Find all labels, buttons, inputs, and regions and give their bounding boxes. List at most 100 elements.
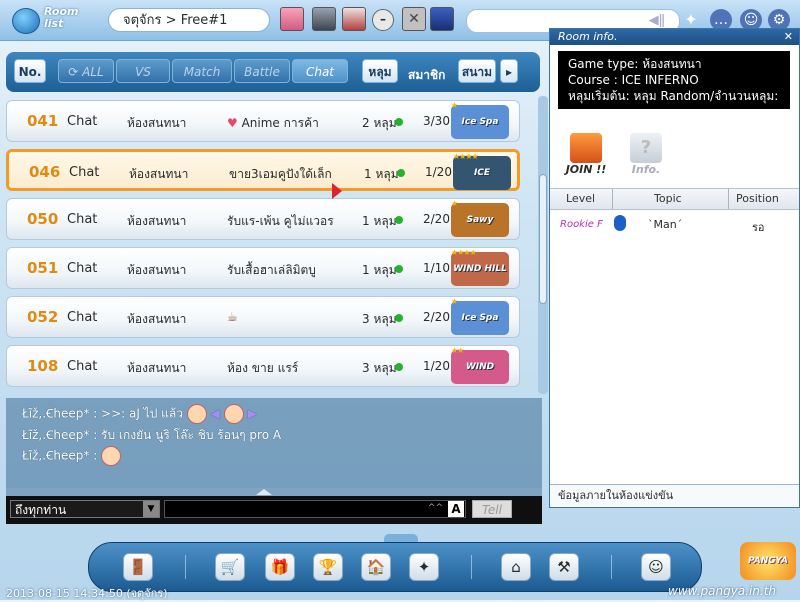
room-info-title: Room info. bbox=[558, 30, 618, 43]
room-number: 051 bbox=[27, 259, 59, 277]
tab-chat[interactable]: Chat bbox=[292, 59, 348, 83]
gift-icon[interactable]: 🎁 bbox=[265, 553, 295, 581]
avatar[interactable] bbox=[280, 7, 304, 31]
room-mode: Chat bbox=[67, 310, 98, 325]
tab-match[interactable]: Match bbox=[172, 59, 232, 83]
tab-all[interactable]: ⟳ ALL bbox=[58, 59, 114, 83]
room-mode: Chat bbox=[67, 114, 98, 129]
room-row[interactable]: 046 Chat ห้องสนทนา ขาย3เอมคูปังใด้เล็ก 1 หลุ… bbox=[6, 149, 520, 212]
heart-icon: ♥ bbox=[227, 116, 242, 130]
room-players: 3/30 bbox=[423, 114, 450, 128]
player-level: Rookie F bbox=[560, 219, 603, 230]
house-icon bbox=[570, 133, 602, 163]
recipient-select[interactable]: ถึงทุกท่าน ▼ bbox=[10, 500, 160, 518]
status-dot-icon bbox=[397, 169, 405, 177]
coffee-icon: ☕ bbox=[227, 310, 238, 324]
room-list-scrollbar[interactable] bbox=[538, 96, 548, 394]
room-number: 052 bbox=[27, 308, 59, 326]
room-row[interactable]: 050 Chat ห้องสนทนา รับแร-เพ้น คูไม่แวอร 1 หล… bbox=[6, 198, 520, 240]
course-button[interactable]: สนาม bbox=[458, 59, 496, 83]
room-row[interactable]: 051 Chat ห้องสนทนา รับเสื้อฮาเล่ลิมิตบู 1 หล… bbox=[6, 247, 520, 289]
chat-input[interactable]: ^^ bbox=[164, 500, 466, 518]
join-button[interactable]: JOIN !! bbox=[562, 133, 610, 185]
course-badge: ICE INFERNO bbox=[453, 156, 511, 212]
puzzle-icon[interactable]: ✦ bbox=[409, 553, 439, 581]
question-icon: ? bbox=[630, 133, 662, 163]
chat-message-text: Łĩž,.Ꞓheep* : bbox=[22, 448, 98, 463]
difficulty-stars: ★ bbox=[451, 101, 458, 110]
member-label: สมาชิก bbox=[408, 68, 446, 82]
difficulty-stars: ★ bbox=[451, 199, 458, 208]
home-arrow-icon[interactable]: ⌂ bbox=[501, 553, 531, 581]
room-type: ห้องสนทนา bbox=[127, 312, 187, 326]
chat-resize-handle[interactable] bbox=[6, 488, 542, 496]
emoticon-icon bbox=[101, 446, 122, 466]
course-badge: WIND bbox=[451, 350, 509, 384]
chevron-right-icon[interactable]: ▸ bbox=[500, 59, 518, 83]
tell-button[interactable]: Tell bbox=[472, 500, 512, 518]
tab-battle-label: Battle bbox=[244, 65, 280, 79]
number-sort-button[interactable]: No. bbox=[14, 59, 46, 83]
options-icon[interactable]: ☺ bbox=[641, 553, 671, 581]
join-button-label: JOIN !! bbox=[565, 163, 607, 176]
avatar[interactable] bbox=[312, 7, 336, 31]
flag-icon[interactable] bbox=[430, 7, 454, 31]
column-topic: Topic bbox=[654, 192, 682, 205]
difficulty-stars: ★★ bbox=[451, 346, 464, 355]
shop-register-icon[interactable]: 🛒 bbox=[215, 553, 245, 581]
room-holes: 1 หลุม bbox=[362, 263, 397, 277]
course-badge: WIND HILL bbox=[451, 252, 509, 286]
chevron-down-icon: ▼ bbox=[143, 501, 159, 517]
info-button-label: Info. bbox=[631, 163, 661, 176]
difficulty-stars: ★★★★ bbox=[453, 152, 479, 161]
game-type-text: Game type: ห้องสนทนา bbox=[568, 57, 702, 71]
room-number: 108 bbox=[27, 357, 59, 375]
room-row[interactable]: 052 Chat ห้องสนทนา ☕ 3 หลุม 2/20 Ice Spa ★ bbox=[6, 296, 520, 338]
hole-button[interactable]: หลุม bbox=[362, 59, 398, 83]
avatar[interactable] bbox=[342, 7, 366, 31]
info-button[interactable]: ? Info. bbox=[622, 133, 670, 185]
chat-message-text: Łĩž,.Ꞓheep* : >>: aJ ไป แล้ว bbox=[22, 406, 184, 421]
door-exit-icon[interactable]: 🚪 bbox=[123, 553, 153, 581]
chat-message-text: Łĩž,.Ꞓheep* : รับ เกงยัน นูริ โล๊ะ ชิบ ร… bbox=[22, 428, 282, 442]
room-row[interactable]: 108 Chat ห้องสนทนา ห้อง ขาย แรร์ 3 หลุม 1/20 W… bbox=[6, 345, 520, 387]
room-holes: 3 หลุม bbox=[362, 312, 397, 326]
room-players: 2/20 bbox=[423, 310, 450, 324]
room-holes: 1 หลุม bbox=[364, 167, 399, 181]
filter-bar: No. ⟳ ALL VS Match Battle Chat หลุม สมาช… bbox=[6, 52, 540, 92]
trophy-icon[interactable]: 🏆 bbox=[313, 553, 343, 581]
difficulty-stars: ★★★★ bbox=[451, 248, 477, 257]
room-list-button[interactable]: Room list bbox=[8, 4, 80, 36]
room-title: ♥ Anime การค้า bbox=[227, 116, 319, 130]
player-table-header: Level Topic Position bbox=[550, 188, 799, 210]
room-players: 1/20 bbox=[425, 165, 452, 179]
room-info-footer: ข้อมูลภายในห้องแข่งขัน bbox=[550, 484, 799, 506]
language-toggle-button[interactable]: A bbox=[448, 501, 464, 517]
room-title: รับเสื้อฮาเล่ลิมิตบู bbox=[227, 263, 316, 277]
room-holes: 1 หลุม bbox=[362, 214, 397, 228]
close-icon[interactable]: ✕ bbox=[784, 29, 793, 45]
room-players: 1/10 bbox=[423, 261, 450, 275]
room-details-box: Game type: ห้องสนทนา Course : ICE INFERN… bbox=[558, 51, 790, 109]
emoticon-icon: ▶ bbox=[247, 406, 257, 421]
room-list: 041 Chat ห้องสนทนา ♥ Anime การค้า 2 หลุม 3/30… bbox=[6, 96, 536, 396]
emoticon-icon bbox=[223, 404, 244, 424]
tools-icon[interactable]: ⚒ bbox=[549, 553, 579, 581]
site-url[interactable]: www.pangya.in.th bbox=[668, 584, 776, 598]
minus-icon[interactable]: – bbox=[372, 9, 394, 31]
scrollbar-thumb[interactable] bbox=[539, 174, 547, 304]
player-position: รอ bbox=[752, 221, 765, 234]
emoticon-icon bbox=[186, 404, 207, 424]
house-icon[interactable]: 🏠 bbox=[361, 553, 391, 581]
speaker-icon: ◀ǁ bbox=[648, 13, 665, 28]
status-dot-icon bbox=[395, 216, 403, 224]
room-row[interactable]: 041 Chat ห้องสนทนา ♥ Anime การค้า 2 หลุม 3/30… bbox=[6, 100, 520, 142]
course-badge: Ice Spa bbox=[451, 105, 509, 139]
player-icon bbox=[614, 215, 626, 231]
status-dot-icon bbox=[395, 363, 403, 371]
tab-battle[interactable]: Battle bbox=[234, 59, 290, 83]
tab-vs[interactable]: VS bbox=[116, 59, 170, 83]
close-icon[interactable]: ✕ bbox=[402, 7, 426, 31]
globe-icon bbox=[12, 8, 40, 34]
mouse-cursor-icon bbox=[332, 183, 342, 199]
